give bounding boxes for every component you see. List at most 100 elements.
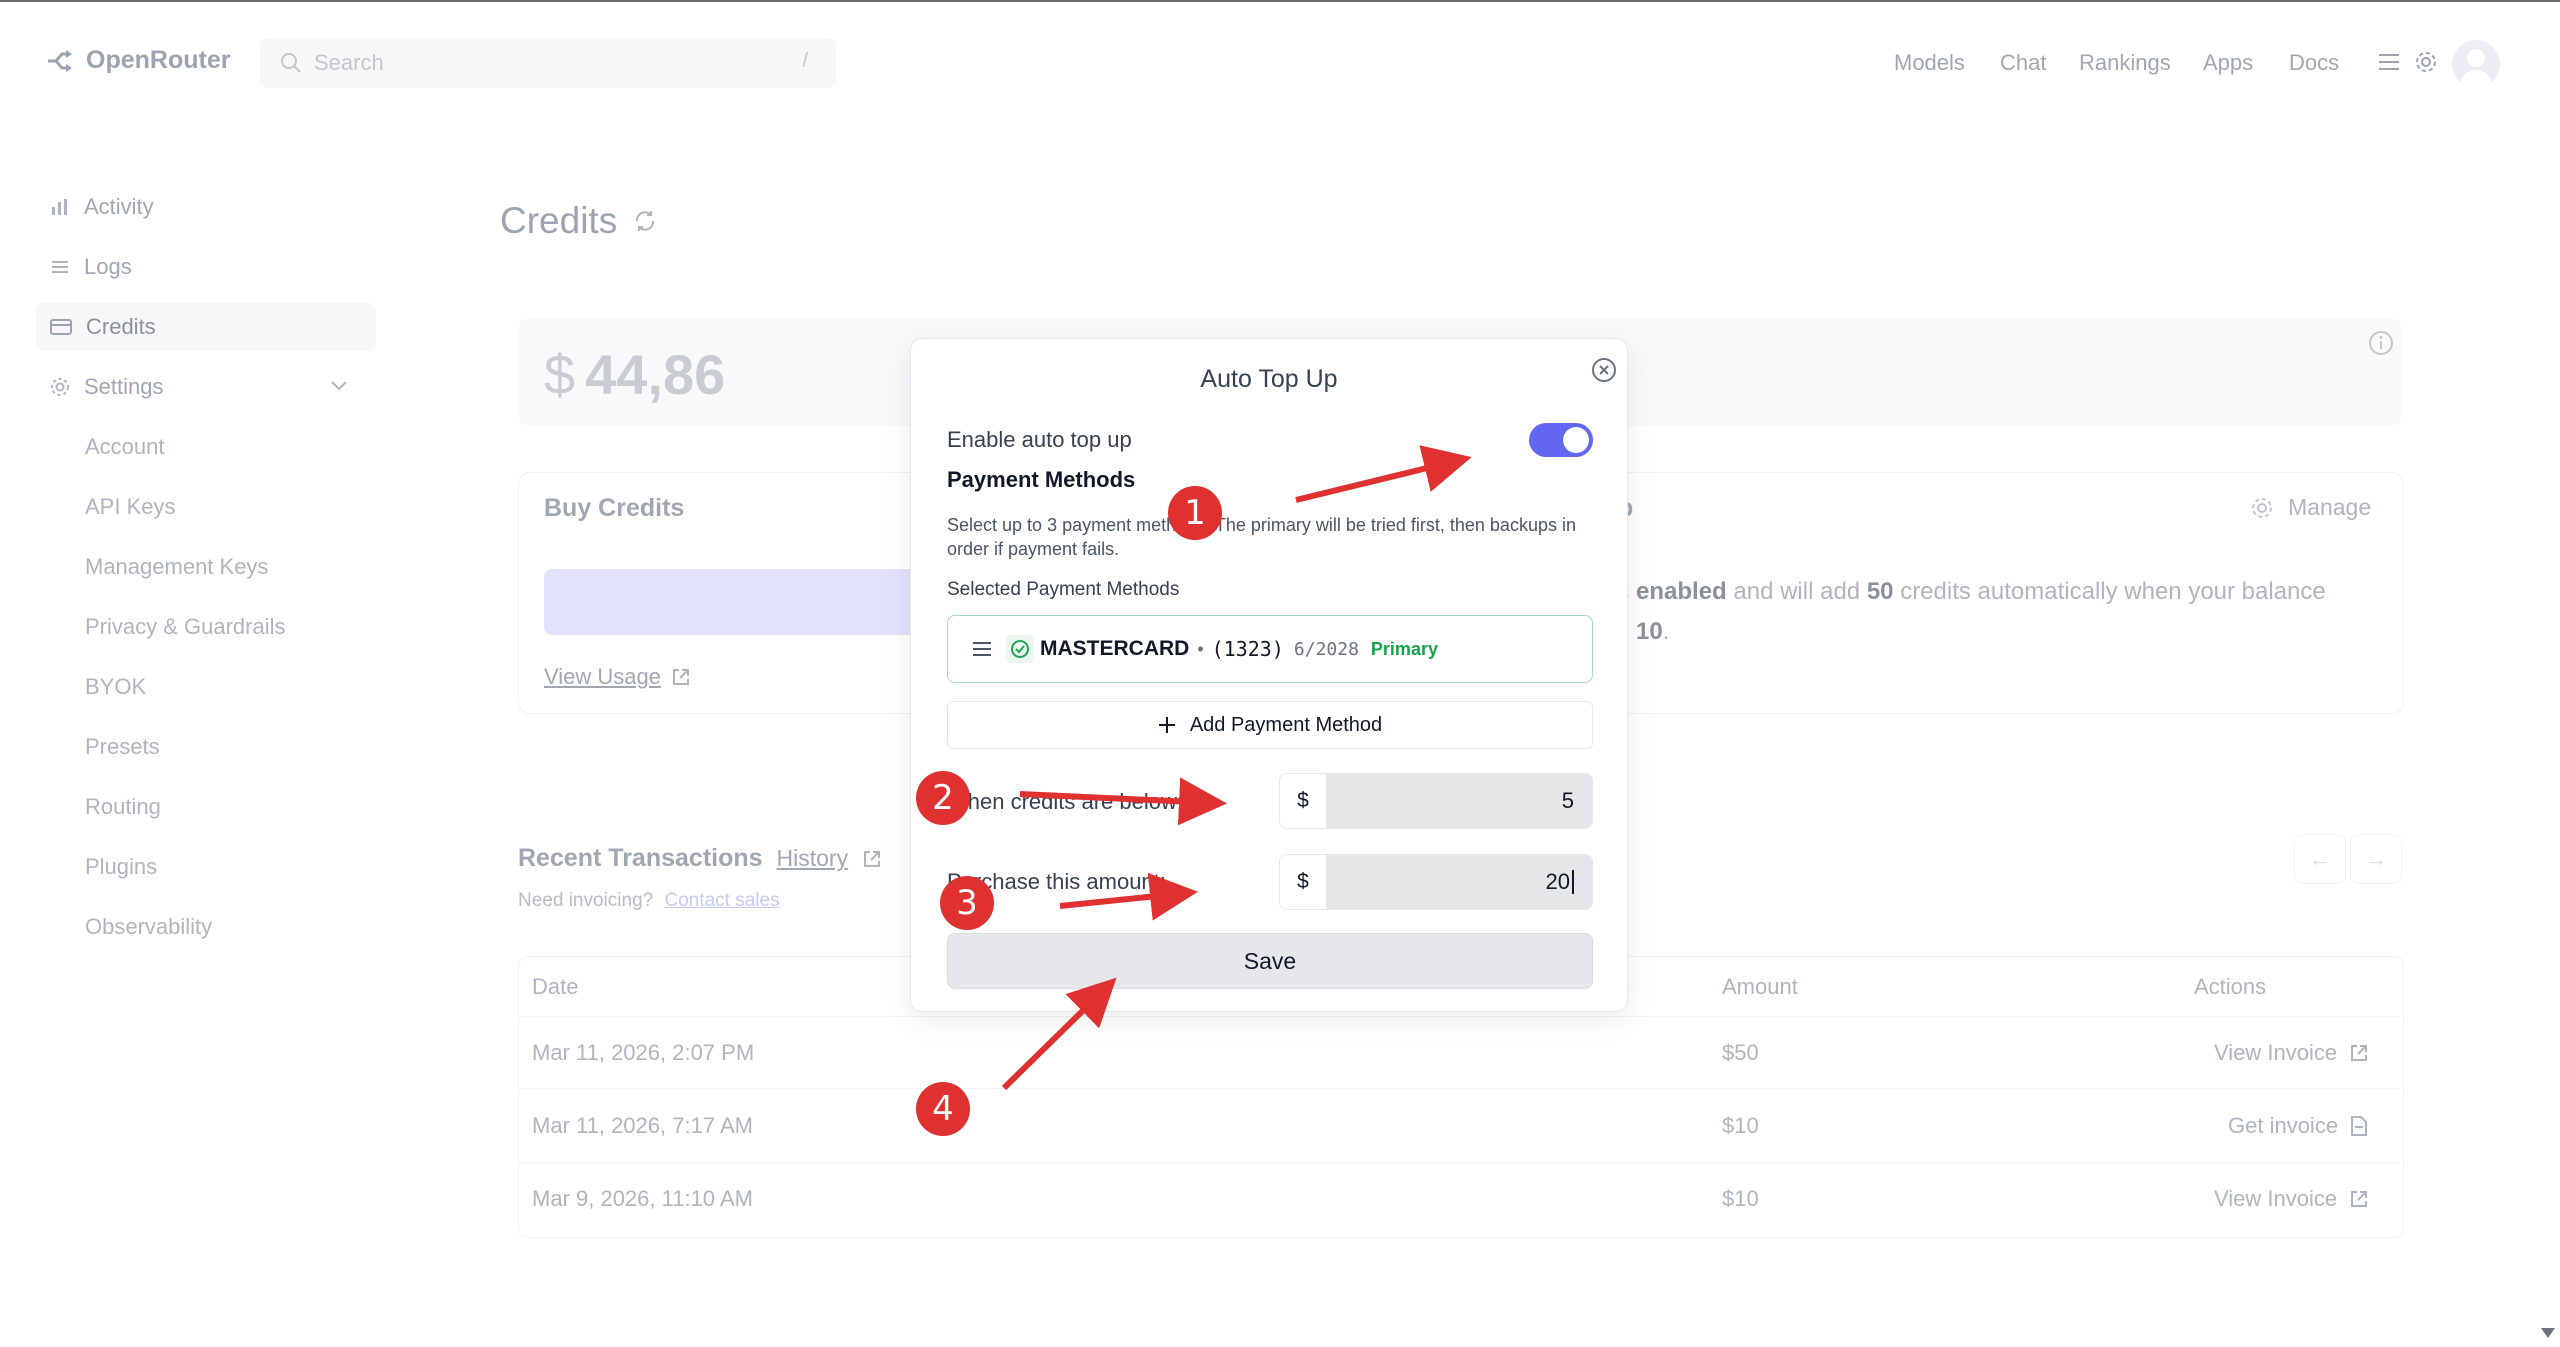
search-input[interactable]: Search / — [260, 38, 836, 88]
external-link-icon — [2351, 1045, 2368, 1061]
history-link[interactable]: History — [777, 845, 849, 872]
purchase-amount-input[interactable]: $ 20 — [1279, 854, 1593, 910]
bar-chart-icon — [52, 199, 67, 215]
recent-transactions-label: Recent Transactions — [518, 844, 763, 872]
table-row-amount: $50 — [1722, 1040, 1759, 1065]
logo-text: OpenRouter — [86, 46, 231, 74]
add-payment-method-label: Add Payment Method — [1189, 713, 1383, 736]
annotation-badge-3: 3 — [940, 876, 994, 930]
desc-amount: 50 — [1866, 578, 1894, 605]
plus-icon — [1158, 717, 1175, 733]
sidebar-item-management-keys[interactable]: Management Keys — [85, 554, 268, 580]
toggle-knob — [1563, 427, 1589, 453]
desc-text: and will add — [1733, 578, 1861, 605]
sidebar-item-logs[interactable]: Logs — [50, 254, 132, 280]
card-last4: (1323) — [1211, 637, 1284, 661]
scroll-down-arrow-icon[interactable] — [2540, 1326, 2556, 1340]
menu-icon[interactable] — [2378, 52, 2400, 72]
sidebar-item-label: Settings — [84, 374, 164, 399]
table-row-date: Mar 11, 2026, 2:07 PM — [532, 1040, 755, 1065]
external-link-icon — [864, 850, 881, 867]
prev-page-button[interactable]: ← — [2294, 834, 2346, 884]
threshold-label: When credits are below: — [947, 789, 1183, 814]
credit-balance: $44,86 — [544, 342, 725, 407]
gear-icon — [51, 378, 69, 396]
sidebar-item-account[interactable]: Account — [85, 434, 165, 460]
sidebar-item-byok[interactable]: BYOK — [85, 674, 146, 700]
view-usage-label: View Usage — [544, 664, 661, 689]
sidebar-item-observability[interactable]: Observability — [85, 914, 212, 940]
action-label: View Invoice — [2214, 1040, 2338, 1065]
save-button[interactable]: Save — [947, 933, 1593, 989]
desc-threshold: 10 — [1636, 618, 1663, 645]
manage-button[interactable]: Manage — [2250, 494, 2371, 521]
card-brand: MASTERCARD — [1040, 637, 1190, 660]
auto-top-up-modal: Auto Top Up Enable auto top up Payment M… — [910, 338, 1628, 1012]
sidebar-item-privacy[interactable]: Privacy & Guardrails — [85, 614, 286, 640]
logo[interactable]: OpenRouter — [46, 46, 230, 75]
sidebar-item-api-keys[interactable]: API Keys — [85, 494, 175, 520]
next-page-button[interactable]: → — [2350, 834, 2402, 884]
chevron-down-icon[interactable] — [330, 380, 348, 392]
contact-sales-link[interactable]: Contact sales — [664, 890, 779, 911]
column-header-date: Date — [532, 974, 579, 999]
balance-currency: $ — [544, 343, 576, 406]
modal-title: Auto Top Up — [1200, 365, 1338, 393]
view-usage-link[interactable]: View Usage — [544, 664, 691, 690]
avatar[interactable] — [2452, 40, 2500, 88]
view-invoice-link[interactable]: View Invoice — [2214, 1040, 2369, 1066]
payment-method-item[interactable]: MASTERCARD • (1323) 6/2028 Primary — [947, 615, 1593, 683]
manage-label: Manage — [2288, 494, 2372, 520]
threshold-currency: $ — [1280, 774, 1326, 828]
balance-value: 44,86 — [585, 343, 726, 406]
page-title-text: Credits — [500, 200, 618, 241]
credit-card-icon — [50, 319, 72, 335]
refresh-icon[interactable] — [633, 209, 657, 233]
nav-docs[interactable]: Docs — [2289, 50, 2339, 76]
sidebar-item-presets[interactable]: Presets — [85, 734, 160, 760]
drag-handle-icon[interactable] — [972, 641, 992, 657]
selected-payment-methods-label: Selected Payment Methods — [947, 579, 1180, 600]
column-header-actions: Actions — [2194, 974, 2267, 999]
buy-credits-title: Buy Credits — [544, 494, 685, 522]
external-link-icon — [673, 669, 689, 685]
external-link-icon — [2351, 1191, 2368, 1207]
action-label: View Invoice — [2214, 1186, 2338, 1211]
document-icon — [2351, 1116, 2368, 1136]
sidebar-item-settings[interactable]: Settings — [50, 374, 164, 400]
window-top-border — [0, 0, 2560, 2]
page-title: Credits — [500, 200, 657, 242]
add-payment-method-button[interactable]: Add Payment Method — [947, 701, 1593, 749]
sidebar-item-plugins[interactable]: Plugins — [85, 854, 157, 880]
avatar-head-shape — [2467, 49, 2485, 67]
get-invoice-link[interactable]: Get invoice — [2228, 1113, 2368, 1139]
payment-methods-help: Select up to 3 payment methods. The prim… — [947, 515, 1576, 559]
amount-field[interactable]: 20 — [1326, 855, 1592, 909]
sidebar-item-routing[interactable]: Routing — [85, 794, 161, 820]
row-divider — [519, 1016, 2401, 1017]
nav-chat[interactable]: Chat — [2000, 50, 2046, 76]
nav-models[interactable]: Models — [1894, 50, 1965, 76]
enable-auto-top-up-toggle[interactable] — [1529, 423, 1593, 457]
selected-checkbox[interactable] — [1006, 635, 1034, 663]
threshold-value: 5 — [1326, 774, 1592, 828]
info-icon[interactable] — [2368, 330, 2394, 356]
desc-text: credits automatically when your balance — [1900, 578, 2326, 605]
sidebar-item-label: Logs — [84, 254, 132, 279]
column-header-amount: Amount — [1722, 974, 1798, 999]
check-circle-icon — [1011, 640, 1029, 658]
view-invoice-link[interactable]: View Invoice — [2214, 1186, 2369, 1212]
sidebar-item-credits[interactable]: Credits — [36, 303, 376, 351]
annotation-badge-1: 1 — [1168, 486, 1222, 540]
close-icon[interactable] — [1591, 357, 1617, 383]
threshold-input[interactable]: $ 5 — [1279, 773, 1593, 829]
openrouter-logo-icon — [48, 49, 72, 72]
card-separator: • — [1197, 638, 1204, 659]
annotation-badge-2: 2 — [916, 771, 970, 825]
nav-apps[interactable]: Apps — [2203, 50, 2253, 76]
sidebar-item-activity[interactable]: Activity — [50, 194, 154, 220]
gear-icon[interactable] — [2414, 50, 2438, 74]
page: OpenRouter Search / Models Chat Rankings… — [0, 0, 2560, 1347]
table-row-date: Mar 11, 2026, 7:17 AM — [532, 1113, 753, 1138]
nav-rankings[interactable]: Rankings — [2079, 50, 2171, 76]
